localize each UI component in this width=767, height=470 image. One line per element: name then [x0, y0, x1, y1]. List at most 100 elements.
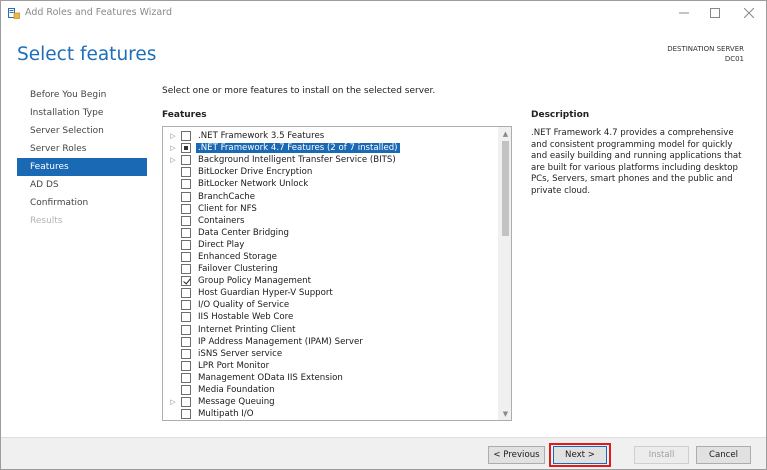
- feature-label: Internet Printing Client: [198, 324, 296, 335]
- feature-label: .NET Framework 3.5 Features: [198, 131, 325, 142]
- feature-label: Failover Clustering: [198, 264, 278, 275]
- feature-row[interactable]: ▷Host Guardian Hyper-V Support: [163, 287, 499, 299]
- feature-checkbox[interactable]: [181, 143, 191, 154]
- feature-checkbox[interactable]: [181, 203, 191, 214]
- feature-checkbox[interactable]: [181, 179, 191, 190]
- feature-row[interactable]: ▷ Message Queuing: [163, 396, 499, 408]
- feature-checkbox[interactable]: [181, 397, 191, 408]
- feature-label: Background Intelligent Transfer Service …: [198, 155, 396, 166]
- feature-checkbox[interactable]: [181, 288, 191, 299]
- nav-step-before-you-begin[interactable]: Before You Begin: [17, 86, 147, 104]
- feature-checkbox[interactable]: [181, 191, 191, 202]
- wizard-steps-nav: Before You Begin Installation Type Serve…: [17, 86, 147, 230]
- features-tree-items: ▷ .NET Framework 3.5 Features ▷ .NET Framew…: [163, 130, 499, 420]
- close-icon: [744, 8, 754, 18]
- feature-row[interactable]: ▷Internet Printing Client: [163, 324, 499, 336]
- expand-arrow-icon[interactable]: ▷: [168, 144, 178, 152]
- feature-label: .NET Framework 4.7 Features (2 of 7 inst…: [195, 142, 401, 155]
- feature-row[interactable]: ▷Failover Clustering: [163, 263, 499, 275]
- feature-row[interactable]: ▷Enhanced Storage: [163, 251, 499, 263]
- cancel-button[interactable]: Cancel: [696, 446, 751, 464]
- feature-checkbox[interactable]: [181, 155, 191, 166]
- wizard-window: Add Roles and Features Wizard Select fea…: [0, 0, 767, 470]
- feature-row[interactable]: ▷ Background Intelligent Transfer Service…: [163, 154, 499, 166]
- nav-step-server-selection[interactable]: Server Selection: [17, 122, 147, 140]
- instruction-text: Select one or more features to install o…: [162, 86, 436, 96]
- nav-step-features[interactable]: Features: [17, 158, 147, 176]
- nav-step-ad-ds[interactable]: AD DS: [17, 176, 147, 194]
- feature-row[interactable]: ▷Media Foundation: [163, 384, 499, 396]
- feature-row[interactable]: ▷Data Center Bridging: [163, 227, 499, 239]
- feature-row[interactable]: ▷Client for NFS: [163, 203, 499, 215]
- feature-checkbox[interactable]: [181, 324, 191, 335]
- feature-checkbox[interactable]: [181, 239, 191, 250]
- feature-checkbox[interactable]: [181, 312, 191, 323]
- feature-checkbox[interactable]: [181, 348, 191, 359]
- description-heading: Description: [531, 110, 590, 120]
- feature-checkbox[interactable]: [181, 360, 191, 371]
- feature-row[interactable]: ▷BranchCache: [163, 190, 499, 202]
- features-scrollbar[interactable]: ▲ ▼: [498, 127, 511, 420]
- feature-row[interactable]: ▷Direct Play: [163, 239, 499, 251]
- feature-label: LPR Port Monitor: [198, 360, 270, 371]
- feature-label: IIS Hostable Web Core: [198, 312, 294, 323]
- scroll-down-icon[interactable]: ▼: [499, 407, 511, 420]
- feature-label: Management OData IIS Extension: [198, 372, 343, 383]
- feature-label: iSNS Server service: [198, 348, 283, 359]
- feature-checkbox[interactable]: [181, 372, 191, 383]
- feature-row[interactable]: ▷BitLocker Network Unlock: [163, 178, 499, 190]
- feature-row[interactable]: ▷I/O Quality of Service: [163, 299, 499, 311]
- minimize-icon: [679, 8, 689, 18]
- feature-row[interactable]: ▷ .NET Framework 4.7 Features (2 of 7 ins…: [163, 142, 499, 155]
- feature-checkbox[interactable]: [181, 264, 191, 275]
- feature-label: Message Queuing: [198, 397, 275, 408]
- feature-label: Multipath I/O: [198, 409, 254, 420]
- feature-row[interactable]: ▷LPR Port Monitor: [163, 360, 499, 372]
- feature-checkbox[interactable]: [181, 336, 191, 347]
- feature-row[interactable]: ▷ .NET Framework 3.5 Features: [163, 130, 499, 142]
- feature-label: Client for NFS: [198, 203, 257, 214]
- feature-checkbox[interactable]: [181, 167, 191, 178]
- minimize-button[interactable]: [669, 1, 699, 25]
- page-title: Select features: [17, 44, 157, 65]
- feature-row[interactable]: ▷Multipath I/O: [163, 408, 499, 420]
- nav-step-results: Results: [30, 216, 63, 226]
- feature-label: IP Address Management (IPAM) Server: [198, 336, 363, 347]
- feature-row[interactable]: ▷Management OData IIS Extension: [163, 372, 499, 384]
- scroll-up-icon[interactable]: ▲: [499, 127, 511, 140]
- close-button[interactable]: [734, 1, 764, 25]
- install-button: Install: [634, 446, 689, 464]
- feature-label: Group Policy Management: [198, 276, 311, 287]
- feature-label: BitLocker Network Unlock: [198, 179, 309, 190]
- feature-row[interactable]: ▷Group Policy Management: [163, 275, 499, 287]
- feature-row[interactable]: ▷IP Address Management (IPAM) Server: [163, 336, 499, 348]
- feature-checkbox[interactable]: [181, 131, 191, 142]
- feature-row[interactable]: ▷iSNS Server service: [163, 348, 499, 360]
- feature-checkbox[interactable]: [181, 300, 191, 311]
- nav-step-installation-type[interactable]: Installation Type: [17, 104, 147, 122]
- window-title: Add Roles and Features Wizard: [25, 7, 173, 18]
- previous-button[interactable]: < Previous: [488, 446, 545, 464]
- expand-arrow-icon[interactable]: ▷: [168, 156, 178, 164]
- expand-arrow-icon[interactable]: ▷: [168, 132, 178, 140]
- features-tree-list[interactable]: ▷ .NET Framework 3.5 Features ▷ .NET Framew…: [162, 126, 512, 421]
- feature-label: Host Guardian Hyper-V Support: [198, 288, 333, 299]
- feature-row[interactable]: ▷BitLocker Drive Encryption: [163, 166, 499, 178]
- feature-row[interactable]: ▷Containers: [163, 215, 499, 227]
- scrollbar-thumb[interactable]: [502, 141, 509, 236]
- feature-checkbox[interactable]: [181, 385, 191, 396]
- next-button-highlight: [549, 443, 611, 467]
- feature-checkbox[interactable]: [181, 409, 191, 420]
- nav-step-confirmation[interactable]: Confirmation: [17, 194, 147, 212]
- title-bar: Add Roles and Features Wizard: [1, 1, 766, 25]
- feature-checkbox[interactable]: [181, 276, 191, 287]
- feature-checkbox[interactable]: [181, 251, 191, 262]
- nav-step-server-roles[interactable]: Server Roles: [17, 140, 147, 158]
- server-manager-icon: [8, 7, 20, 19]
- feature-checkbox[interactable]: [181, 215, 191, 226]
- feature-row[interactable]: ▷IIS Hostable Web Core: [163, 311, 499, 323]
- feature-checkbox[interactable]: [181, 227, 191, 238]
- feature-label: Direct Play: [198, 239, 245, 250]
- maximize-button[interactable]: [700, 1, 730, 25]
- expand-arrow-icon[interactable]: ▷: [168, 398, 178, 406]
